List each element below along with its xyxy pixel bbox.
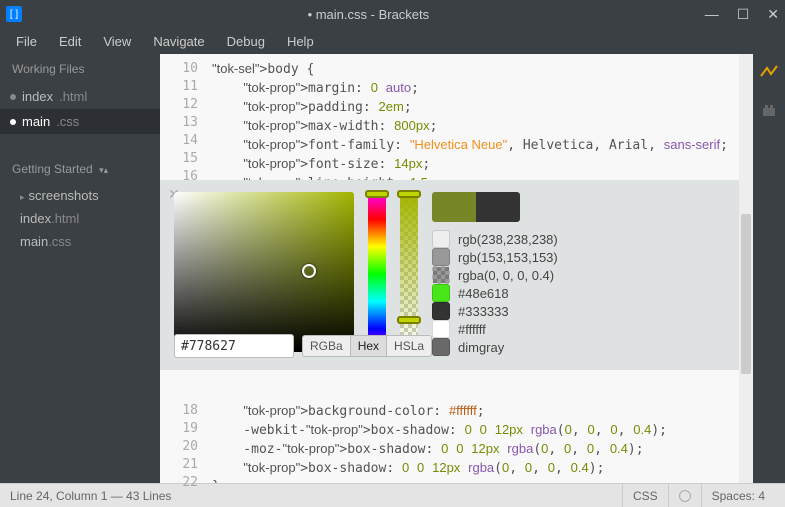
menu-navigate[interactable]: Navigate bbox=[143, 31, 214, 52]
swatch-color bbox=[432, 320, 450, 338]
swatch-label: #333333 bbox=[458, 304, 509, 319]
swatch-label: rgb(153,153,153) bbox=[458, 250, 558, 265]
swatch-rgba00004[interactable]: rgba(0, 0, 0, 0.4) bbox=[432, 266, 558, 284]
sidebar: Working Files index.htmlmain.css Getting… bbox=[0, 54, 160, 483]
scroll-thumb[interactable] bbox=[741, 214, 751, 374]
swatch-color bbox=[432, 302, 450, 320]
swatch-label: #ffffff bbox=[458, 322, 486, 337]
line-gutter-bottom: 18 19 20 21 22 bbox=[160, 396, 206, 483]
maximize-button[interactable]: ☐ bbox=[737, 6, 750, 23]
project-header[interactable]: Getting Started ▾▴ bbox=[0, 154, 160, 184]
window-title: • main.css - Brackets bbox=[32, 7, 705, 22]
saturation-value-field[interactable] bbox=[174, 192, 354, 352]
working-files-header: Working Files bbox=[0, 54, 160, 84]
editor-scrollbar[interactable] bbox=[739, 54, 753, 483]
swatch-label: dimgray bbox=[458, 340, 504, 355]
swatch-color bbox=[432, 230, 450, 248]
language-mode[interactable]: CSS bbox=[622, 484, 668, 507]
hue-handle[interactable] bbox=[365, 190, 389, 198]
swatch-dimgray[interactable]: dimgray bbox=[432, 338, 558, 356]
swatch-ffffff[interactable]: #ffffff bbox=[432, 320, 558, 338]
swatch-color bbox=[432, 338, 450, 356]
swatch-label: rgb(238,238,238) bbox=[458, 232, 558, 247]
modified-dot-icon bbox=[10, 94, 16, 100]
tree-item-index[interactable]: index.html bbox=[0, 207, 160, 230]
swatch-333333[interactable]: #333333 bbox=[432, 302, 558, 320]
format-hsla[interactable]: HSLa bbox=[386, 335, 432, 357]
format-hex[interactable]: Hex bbox=[350, 335, 387, 357]
alpha-slider[interactable] bbox=[400, 192, 418, 352]
close-window-button[interactable]: ✕ bbox=[767, 6, 779, 23]
swatch-label: #48e618 bbox=[458, 286, 509, 301]
working-file-index[interactable]: index.html bbox=[0, 84, 160, 109]
project-header-label: Getting Started bbox=[12, 162, 93, 176]
indent-setting[interactable]: Spaces: 4 bbox=[701, 484, 775, 507]
inspection-status[interactable] bbox=[668, 484, 701, 507]
swatch-color bbox=[432, 266, 450, 284]
color-preview bbox=[432, 192, 520, 222]
right-toolbar bbox=[753, 54, 785, 483]
swatch-rgb153153153[interactable]: rgb(153,153,153) bbox=[432, 248, 558, 266]
menu-debug[interactable]: Debug bbox=[217, 31, 275, 52]
hue-slider[interactable] bbox=[368, 192, 386, 356]
title-bar: [ ] • main.css - Brackets — ☐ ✕ bbox=[0, 0, 785, 28]
cursor-position: Line 24, Column 1 — 43 Lines bbox=[10, 489, 171, 503]
menu-view[interactable]: View bbox=[93, 31, 141, 52]
modified-dot-icon bbox=[10, 119, 16, 125]
editor[interactable]: 10 11 12 13 14 15 16 17 "tok-sel">body {… bbox=[160, 54, 753, 483]
menu-help[interactable]: Help bbox=[277, 31, 324, 52]
tree-item-main[interactable]: main.css bbox=[0, 230, 160, 253]
extensions-icon[interactable] bbox=[759, 100, 779, 120]
dropdown-icon: ▾▴ bbox=[99, 165, 108, 175]
swatch-rgb238238238[interactable]: rgb(238,238,238) bbox=[432, 230, 558, 248]
minimize-button[interactable]: — bbox=[705, 6, 719, 23]
tree-item-screenshots[interactable]: screenshots bbox=[0, 184, 160, 207]
color-value-input[interactable] bbox=[174, 334, 294, 358]
swatch-color bbox=[432, 284, 450, 302]
preview-original bbox=[476, 192, 520, 222]
preview-new bbox=[432, 192, 476, 222]
format-rgba[interactable]: RGBa bbox=[302, 335, 351, 357]
sv-handle[interactable] bbox=[302, 264, 316, 278]
swatch-color bbox=[432, 248, 450, 266]
alpha-handle-top[interactable] bbox=[397, 190, 421, 198]
status-circle-icon bbox=[679, 490, 691, 502]
live-preview-icon[interactable] bbox=[759, 62, 779, 82]
status-bar: Line 24, Column 1 — 43 Lines CSS Spaces:… bbox=[0, 483, 785, 507]
color-picker-inline: ✕ rgb(238,238,238)rgb(153,153,153)rgba(0… bbox=[160, 180, 739, 370]
code-area-bottom[interactable]: "tok-prop">background-color: #ffffff; -w… bbox=[206, 396, 739, 483]
working-file-main[interactable]: main.css bbox=[0, 109, 160, 134]
menu-edit[interactable]: Edit bbox=[49, 31, 91, 52]
swatch-48e618[interactable]: #48e618 bbox=[432, 284, 558, 302]
menu-file[interactable]: File bbox=[6, 31, 47, 52]
brackets-app-icon: [ ] bbox=[6, 6, 22, 22]
swatch-label: rgba(0, 0, 0, 0.4) bbox=[458, 268, 554, 283]
alpha-handle[interactable] bbox=[397, 316, 421, 324]
menu-bar: FileEditViewNavigateDebugHelp bbox=[0, 28, 785, 54]
